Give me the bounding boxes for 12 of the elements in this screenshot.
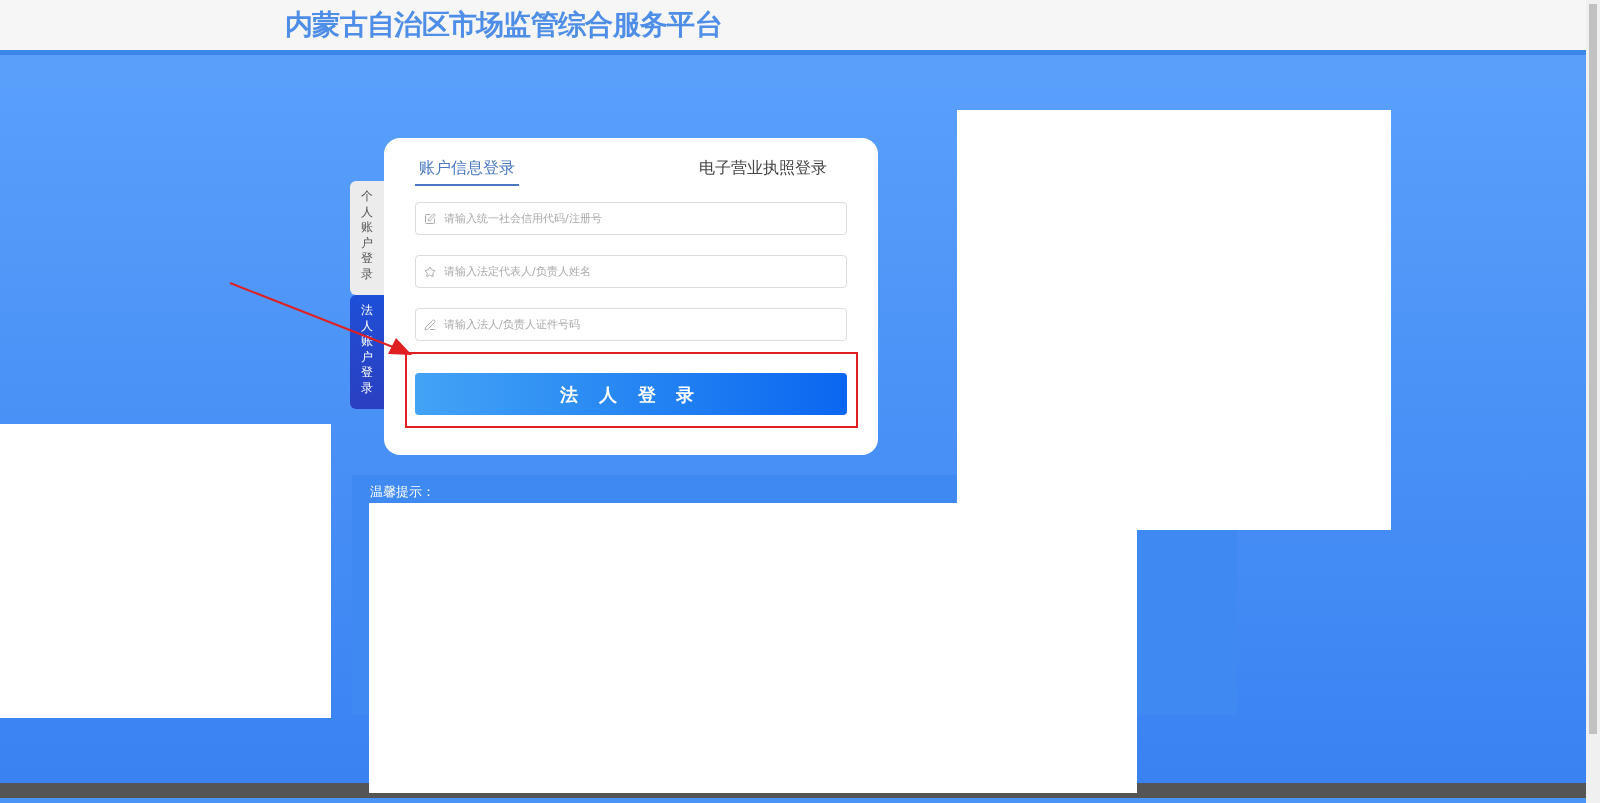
input-field[interactable]: 请输入统一社会信用代码/注册号 — [415, 202, 847, 235]
star-icon — [424, 266, 436, 278]
edit-icon — [424, 213, 436, 225]
side-tab[interactable]: 个人账户登录 — [350, 181, 384, 295]
login-button[interactable]: 法 人 登 录 — [415, 373, 847, 415]
input-field[interactable]: 请输入法人/负责人证件号码 — [415, 308, 847, 341]
pen-icon — [424, 319, 436, 331]
input-field[interactable]: 请输入法定代表人/负责人姓名 — [415, 255, 847, 288]
site-title: 内蒙古自治区市场监管综合服务平台 — [285, 7, 722, 43]
notice-title: 温馨提示： — [370, 484, 435, 499]
login-tab[interactable]: 电子营业执照登录 — [695, 156, 831, 186]
login-tab[interactable]: 账户信息登录 — [415, 156, 519, 186]
